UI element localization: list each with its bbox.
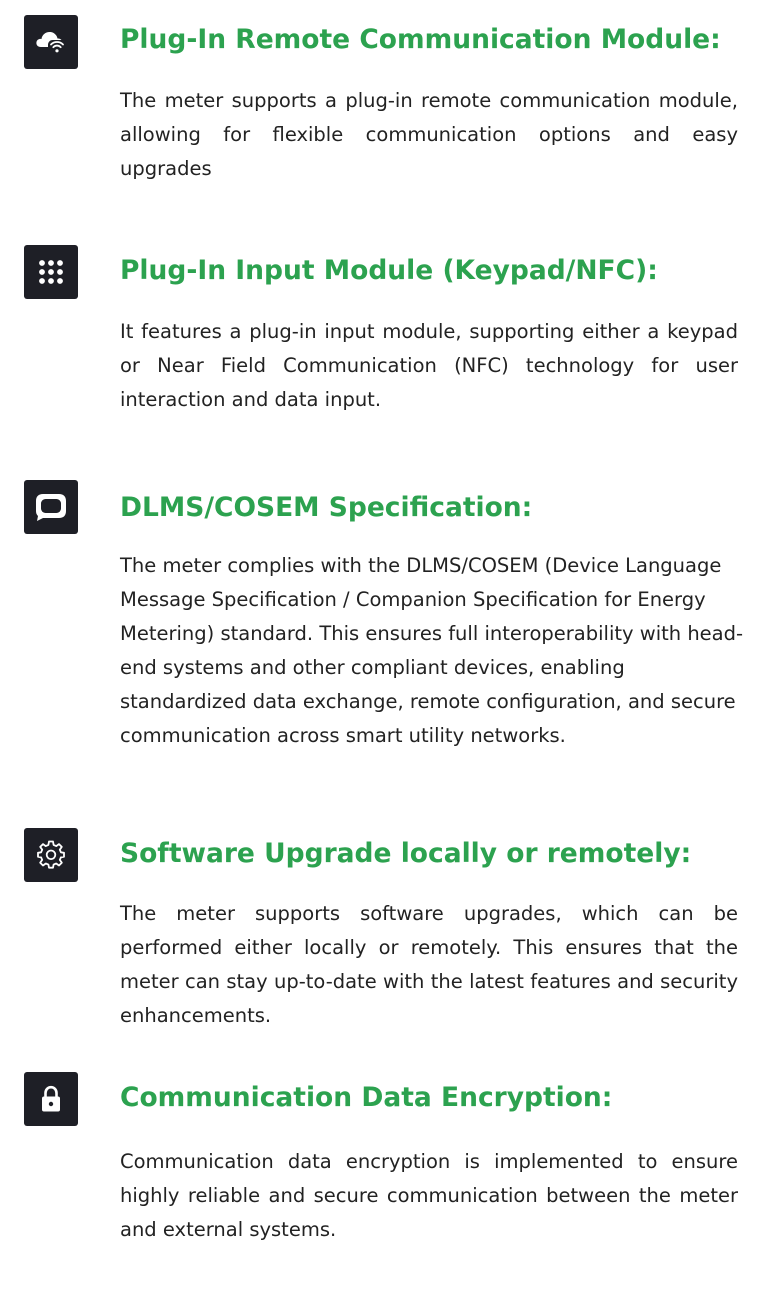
feature-description: The meter supports a plug-in remote comm… xyxy=(120,89,738,180)
feature-description: The meter supports software upgrades, wh… xyxy=(120,902,738,1027)
cloud-wifi-icon xyxy=(24,15,78,69)
keypad-grid-icon xyxy=(24,245,78,299)
feature-title: Plug-In Remote Communication Module: xyxy=(120,24,721,55)
chat-bubble-icon xyxy=(24,480,78,534)
feature-description: It features a plug-in input module, supp… xyxy=(120,320,738,411)
feature-title: Plug-In Input Module (Keypad/NFC): xyxy=(120,255,658,286)
feature-title: Communication Data Encryption: xyxy=(120,1082,613,1113)
lock-icon xyxy=(24,1072,78,1126)
gear-icon xyxy=(24,828,78,882)
feature-description: Communication data encryption is impleme… xyxy=(120,1150,738,1241)
feature-title: DLMS/COSEM Specification: xyxy=(120,492,533,523)
feature-title: Software Upgrade locally or remotely: xyxy=(120,838,692,869)
feature-description: The meter complies with the DLMS/COSEM (… xyxy=(120,554,744,747)
